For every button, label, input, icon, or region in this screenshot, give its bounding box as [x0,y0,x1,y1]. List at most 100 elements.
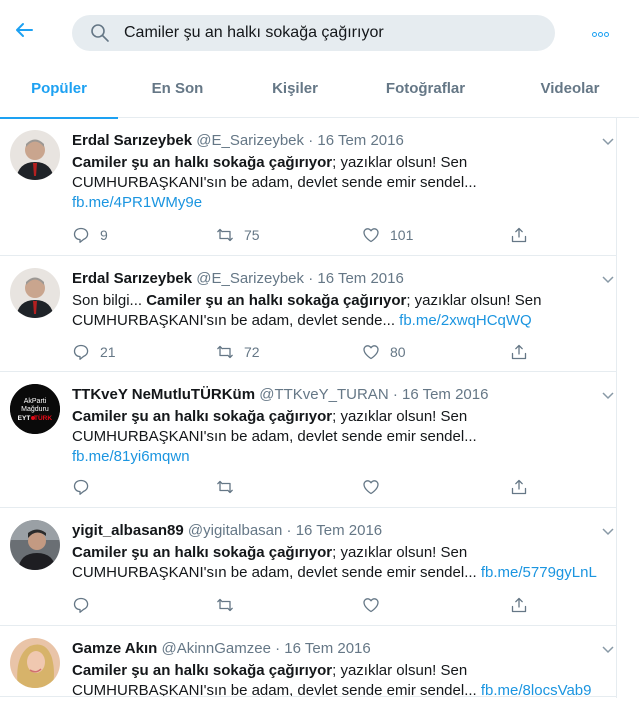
author-handle[interactable]: @E_Sarizeybek [196,270,304,287]
reply-count: 21 [100,344,116,360]
tweet[interactable]: Erdal Sarızeybek @E_Sarizeybek · 16 Tem … [0,256,616,372]
chevron-down-icon[interactable] [602,276,614,284]
tab-videos[interactable]: Videolar [520,64,620,118]
retweet-button[interactable] [216,476,244,498]
chevron-down-icon[interactable] [602,646,614,654]
tweet-link[interactable]: fb.me/5779gyLnL [481,564,597,581]
tweet-text: Son bilgi... Camiler şu an halkı sokağa … [72,291,612,331]
retweet-button[interactable]: 72 [216,341,260,363]
like-button[interactable]: 101 [362,224,413,246]
share-button[interactable] [510,594,528,616]
tweet-header: TTKveY NeMutluTÜRKüm @TTKveY_TURAN · 16 … [72,386,488,403]
share-icon [511,344,527,360]
chevron-down-icon[interactable] [602,138,614,146]
tab-latest[interactable]: En Son [130,64,225,118]
search-tabs: Popüler En Son Kişiler Fotoğraflar Video… [0,64,639,119]
chevron-down-icon[interactable] [602,528,614,536]
more-options-icon[interactable] [592,24,618,37]
chevron-down-icon[interactable] [602,392,614,400]
retweet-button[interactable] [216,594,244,616]
tweet-link[interactable]: fb.me/4PR1WMy9e [72,194,202,211]
bottom-divider [0,696,616,697]
tweet-date[interactable]: · 16 Tem 2016 [393,386,489,403]
timeline-border [616,118,617,698]
share-button[interactable] [510,341,528,363]
retweet-icon [217,228,233,242]
retweet-button[interactable]: 75 [216,224,260,246]
tweet-text-highlight: Camiler şu an halkı sokağa çağırıyor [146,292,407,309]
tweet-header: Gamze Akın @AkinnGamzee · 16 Tem 2016 [72,640,371,657]
tweet-header: yigit_albasan89 @yigitalbasan · 16 Tem 2… [72,522,382,539]
tab-people[interactable]: Kişiler [250,64,340,118]
like-button[interactable] [362,476,390,498]
heart-icon [363,598,379,613]
like-count: 80 [390,344,406,360]
avatar[interactable] [10,268,60,318]
tweet-actions [72,594,592,616]
reply-icon [73,479,89,495]
search-box[interactable] [72,15,555,51]
author-handle[interactable]: @AkinnGamzee [161,640,270,657]
author-name[interactable]: Erdal Sarızeybek [72,132,192,149]
tweet-text: Camiler şu an halkı sokağa çağırıyor; ya… [72,661,616,696]
avatar[interactable]: AkParti Mağduru EYT TÜRK [10,384,60,434]
share-button[interactable] [510,224,528,246]
avatar-text-line2: Mağduru [21,406,49,413]
tweet[interactable]: Erdal Sarızeybek @E_Sarizeybek · 16 Tem … [0,118,616,256]
retweet-icon [217,598,233,612]
search-icon [91,24,109,42]
author-name[interactable]: yigit_albasan89 [72,522,184,539]
author-handle[interactable]: @TTKveY_TURAN [259,386,388,403]
tweet-date[interactable]: · 16 Tem 2016 [275,640,371,657]
tweet-text-highlight: Camiler şu an halkı sokağa çağırıyor [72,544,333,561]
heart-icon [363,345,379,360]
retweet-icon [217,480,233,494]
tweet-actions: 21 72 80 [72,341,592,363]
retweet-icon [217,345,233,359]
tweet[interactable]: yigit_albasan89 @yigitalbasan · 16 Tem 2… [0,508,616,626]
tweet-date[interactable]: · 16 Tem 2016 [308,270,404,287]
retweet-count: 72 [244,344,260,360]
like-count: 101 [390,227,414,243]
tweet-header: Erdal Sarızeybek @E_Sarizeybek · 16 Tem … [72,270,404,287]
reply-button[interactable] [72,594,100,616]
back-arrow-icon[interactable] [12,18,36,42]
tweet-text: Camiler şu an halkı sokağa çağırıyor; ya… [72,407,612,467]
tweet-link[interactable]: fb.me/81yi6mqwn [72,448,190,465]
reply-icon [73,344,89,360]
tweet-text: Camiler şu an halkı sokağa çağırıyor; ya… [72,543,616,583]
share-button[interactable] [510,476,528,498]
heart-icon [363,480,379,495]
avatar[interactable] [10,638,60,688]
like-button[interactable]: 80 [362,341,406,363]
reply-button[interactable]: 21 [72,341,116,363]
author-name[interactable]: TTKveY NeMutluTÜRKüm [72,386,255,403]
heart-icon [363,228,379,243]
tab-photos[interactable]: Fotoğraflar [368,64,483,118]
tab-popular[interactable]: Popüler [0,64,118,119]
author-handle[interactable]: @E_Sarizeybek [196,132,304,149]
reply-icon [73,597,89,613]
avatar-text-line1: AkParti [24,398,47,405]
share-icon [511,597,527,613]
avatar[interactable] [10,130,60,180]
tweet-header: Erdal Sarızeybek @E_Sarizeybek · 16 Tem … [72,132,404,149]
tweet-date[interactable]: · 16 Tem 2016 [308,132,404,149]
retweet-count: 75 [244,227,260,243]
tweet[interactable]: Gamze Akın @AkinnGamzee · 16 Tem 2016 Ca… [0,626,616,696]
reply-button[interactable] [72,476,100,498]
author-handle[interactable]: @yigitalbasan [188,522,282,539]
tweet-link[interactable]: fb.me/2xwqHCqWQ [399,312,532,329]
tweet-date[interactable]: · 16 Tem 2016 [287,522,383,539]
tweet-text-highlight: Camiler şu an halkı sokağa çağırıyor [72,408,333,425]
avatar[interactable] [10,520,60,570]
reply-button[interactable]: 9 [72,224,108,246]
author-name[interactable]: Erdal Sarızeybek [72,270,192,287]
avatar-text-line4: TÜRK [34,413,52,422]
avatar-text-line3: EYT [18,415,31,422]
like-button[interactable] [362,594,390,616]
tweet-link[interactable]: fb.me/8locsVab9 [481,682,592,696]
tweet[interactable]: AkParti Mağduru EYT TÜRK TTKveY NeMutluT… [0,372,616,508]
search-input[interactable] [124,15,544,51]
author-name[interactable]: Gamze Akın [72,640,157,657]
